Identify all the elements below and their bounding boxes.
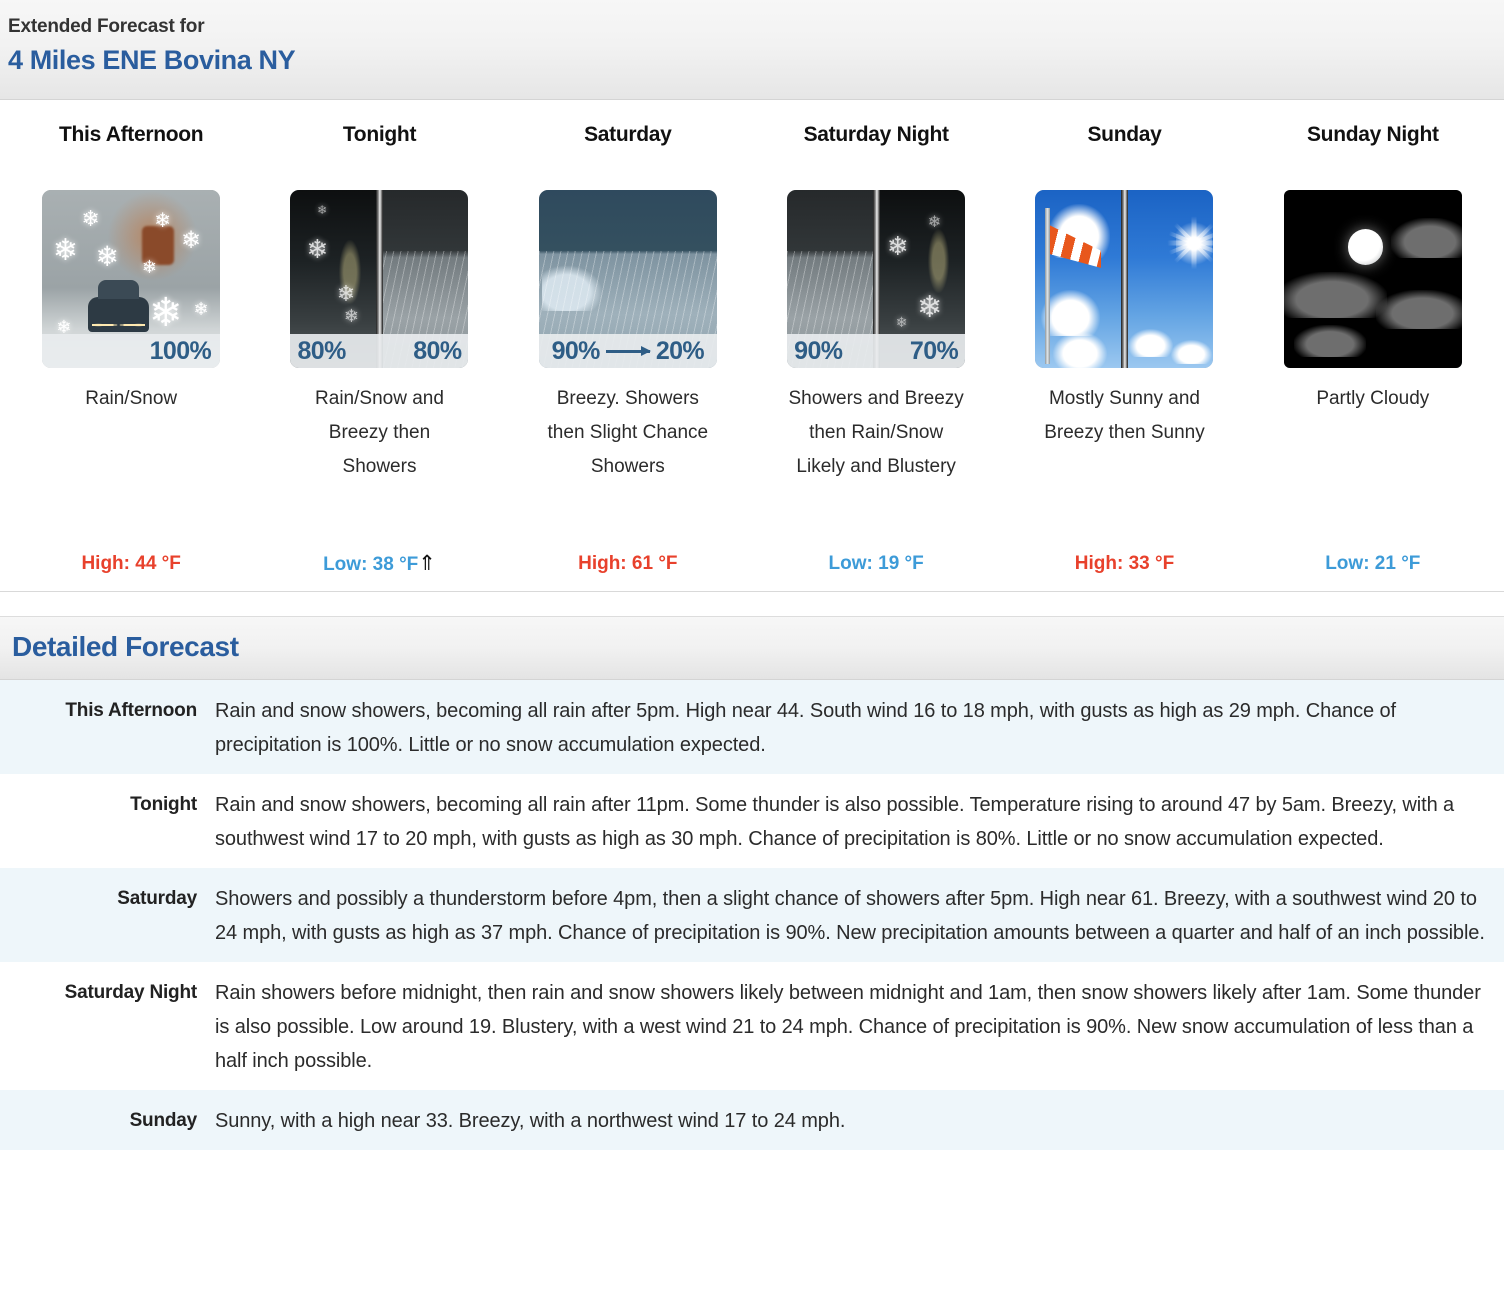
extended-forecast-header: Extended Forecast for 4 Miles ENE Bovina… [0,0,1504,100]
forecast-temperature-value: Low: 21 °F [1325,553,1421,574]
detailed-forecast-period-label: This Afternoon [65,700,197,721]
table-row: This Afternoon Rain and snow showers, be… [0,680,1504,774]
forecast-card-saturday[interactable]: Saturday 90% 20% Breezy. Showers then Sl… [504,118,752,577]
detailed-forecast-period-label: Sunday [129,1110,198,1131]
precip-probability-bar: 100% [42,334,221,368]
forecast-period-name: Saturday [584,123,672,146]
forecast-temperature: Low: 19 °F [829,552,924,576]
trend-arrow-icon [605,345,651,356]
detailed-forecast-text: Showers and possibly a thunderstorm befo… [215,888,1485,944]
detailed-forecast-period-label: Saturday [117,888,197,909]
detailed-forecast-title: Detailed Forecast [12,631,239,662]
forecast-temperature-value: High: 33 °F [1074,553,1175,574]
forecast-card-sunday-night[interactable]: Sunday Night Partly Cloudy Low: 21 °F [1249,118,1497,577]
forecast-short-description: Showers and Breezy then Rain/Snow Likely… [788,388,964,477]
precip-probability-value-right: 20% [655,336,705,365]
forecast-temperature-value: Low: 38 °F [323,554,419,575]
detailed-forecast-text: Rain showers before midnight, then rain … [215,982,1481,1072]
forecast-short-description: Rain/Snow [85,388,178,409]
precip-probability-bar: 80% 80% [290,334,469,368]
forecast-period-name: This Afternoon [58,123,204,146]
forecast-temperature: Low: 21 °F [1325,552,1420,576]
forecast-short-description: Partly Cloudy [1316,388,1430,409]
table-row: Saturday Showers and possibly a thunders… [0,868,1504,962]
forecast-period-name: Sunday [1087,123,1162,146]
extended-forecast-heading-label: Extended Forecast for [8,16,205,37]
forecast-period-name: Sunday Night [1306,123,1439,146]
forecast-short-description: Mostly Sunny and Breezy then Sunny [1044,388,1205,443]
precip-probability-value-right: 70% [909,336,959,365]
detailed-forecast-text: Rain and snow showers, becoming all rain… [215,794,1455,850]
forecast-temperature-value: High: 44 °F [81,553,181,574]
windy-sunny-split-icon[interactable] [1035,190,1214,368]
table-row: Tonight Rain and snow showers, becoming … [0,774,1504,868]
rain-then-snow-split-icon[interactable]: ❄ ❄ ❄ ❄ 90% 70% [787,190,966,368]
precip-probability-value: 100% [149,336,212,365]
precip-probability-value-right: 80% [413,336,462,365]
forecast-short-description: Rain/Snow and Breezy then Showers [315,388,444,477]
forecast-short-description: Breezy. Showers then Slight Chance Showe… [547,388,709,477]
detailed-forecast-section: Detailed Forecast This Afternoon Rain an… [0,616,1504,1150]
forecast-temperature: High: 33 °F [1075,552,1174,576]
partly-cloudy-night-icon[interactable] [1283,190,1462,368]
forecast-location-title: 4 Miles ENE Bovina NY [8,45,296,75]
detailed-forecast-header: Detailed Forecast [0,616,1504,680]
rain-showers-decreasing-icon[interactable]: 90% 20% [538,190,717,368]
icon-split-divider [1120,190,1128,368]
precip-probability-bar: 90% 70% [787,334,966,368]
detailed-forecast-text: Sunny, with a high near 33. Breezy, with… [215,1110,846,1132]
forecast-card-this-afternoon[interactable]: This Afternoon ❄ ❄ ❄ ❄ ❄ ❄ ❄ ❄ ❄ 100% Ra… [7,118,255,577]
forecast-card-tonight[interactable]: Tonight ❄ ❄ ❄ ❄ 80% 80% Rain/Snow and Br… [255,118,503,577]
extended-forecast-panel: This Afternoon ❄ ❄ ❄ ❄ ❄ ❄ ❄ ❄ ❄ 100% Ra… [0,100,1504,592]
detailed-forecast-period-label: Saturday Night [64,982,198,1003]
forecast-period-name: Tonight [342,123,417,146]
night-snow-rain-split-icon[interactable]: ❄ ❄ ❄ ❄ 80% 80% [290,190,469,368]
forecast-temperature: High: 44 °F [81,552,180,576]
forecast-card-sunday[interactable]: Sunday Mostly Sunny and Breezy then Sunn… [1000,118,1248,577]
precip-probability-value-left: 90% [551,336,601,365]
precip-probability-value-left: 90% [794,336,843,365]
forecast-card-saturday-night[interactable]: Saturday Night ❄ ❄ ❄ ❄ 90% 70% Showers a… [752,118,1000,577]
forecast-temperature-value: Low: 19 °F [828,553,924,574]
rain-snow-road-icon[interactable]: ❄ ❄ ❄ ❄ ❄ ❄ ❄ ❄ ❄ 100% [42,190,221,368]
forecast-temperature: High: 61 °F [578,552,677,576]
detailed-forecast-period-label: Tonight [130,794,197,815]
forecast-temperature: Low: 38 °F⇑ [323,552,436,577]
forecast-period-name: Saturday Night [803,123,949,146]
precip-probability-value-left: 80% [297,336,346,365]
table-row: Sunday Sunny, with a high near 33. Breez… [0,1090,1504,1150]
table-row: Saturday Night Rain showers before midni… [0,962,1504,1090]
detailed-forecast-text: Rain and snow showers, becoming all rain… [215,700,1397,756]
forecast-card-row: This Afternoon ❄ ❄ ❄ ❄ ❄ ❄ ❄ ❄ ❄ 100% Ra… [7,118,1497,577]
precip-probability-bar: 90% 20% [538,334,717,368]
forecast-temperature-value: High: 61 °F [578,553,678,574]
temperature-rising-arrow-icon: ⇑ [418,552,436,575]
